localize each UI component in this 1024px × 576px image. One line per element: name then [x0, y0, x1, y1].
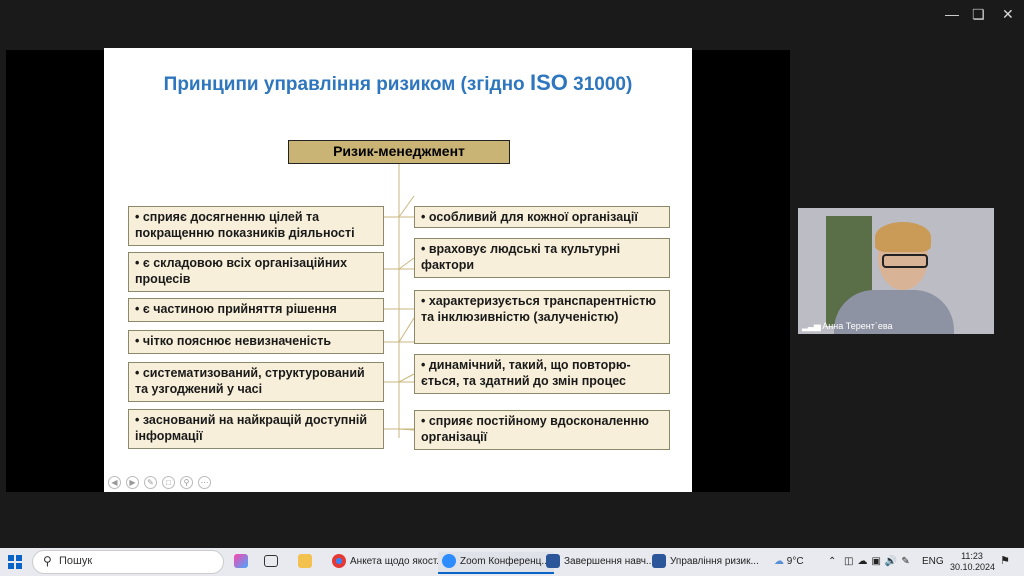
zoom-app-icon [442, 554, 456, 569]
participant-hair [875, 222, 931, 252]
right-item-4: • динамічний, такий, що повторю-ється, т… [414, 354, 670, 394]
left-item-1: • сприяє досягненню цілей та покращенню … [128, 206, 384, 246]
right-item-3: • характеризується транспарентністю та і… [414, 290, 670, 344]
participant-name: ▂▃▅ Анна Терент`ева [802, 321, 893, 331]
search-icon: ⚲ [43, 554, 52, 568]
clock[interactable]: 11:23 30.10.2024 [950, 551, 996, 573]
language-indicator[interactable]: ENG [922, 552, 944, 572]
close-icon[interactable]: ✕ [1002, 6, 1014, 23]
next-slide-icon[interactable]: ▶ [126, 476, 139, 489]
right-item-1: • особливий для кожної організації [414, 206, 670, 228]
word-icon [652, 554, 666, 569]
slides-icon[interactable]: □ [162, 476, 175, 489]
taskbar-app-chrome[interactable]: Анкета щодо якост... [332, 552, 445, 572]
right-item-2: • враховує людські та культурні фактори [414, 238, 670, 278]
clock-date: 30.10.2024 [950, 562, 996, 572]
taskbar-app-word-2[interactable]: Управління ризик... [652, 552, 759, 572]
center-box: Ризик-менеджмент [288, 140, 510, 164]
file-explorer-icon[interactable] [298, 552, 316, 572]
left-item-5: • систематизований, структурований та уз… [128, 362, 384, 402]
minimize-icon[interactable]: — [945, 6, 959, 22]
participant-video[interactable]: ▂▃▅ Анна Терент`ева [798, 208, 994, 334]
left-item-3: • є частиною прийняття рішення [128, 298, 384, 322]
right-item-5: • сприяє постійному вдосконаленню органі… [414, 410, 670, 450]
tray-chevron-icon[interactable]: ⌃ [828, 552, 836, 572]
copilot-icon[interactable] [234, 552, 252, 572]
taskbar: ⚲ Пошук Анкета щодо якост... Zoom Конфер… [0, 548, 1024, 576]
start-icon[interactable] [8, 555, 22, 569]
zoom-icon[interactable]: ⚲ [180, 476, 193, 489]
search-box[interactable]: ⚲ Пошук [32, 550, 224, 574]
weather-widget[interactable]: ☁ 9°C [774, 552, 804, 572]
left-item-4: • чітко пояснює невизначеність [128, 330, 384, 354]
more-icon[interactable]: ⋯ [198, 476, 211, 489]
signal-icon: ▂▃▅ [802, 321, 821, 331]
restore-icon[interactable]: ❏ [972, 6, 985, 23]
taskbar-app-zoom[interactable]: Zoom Конференц... [438, 552, 554, 574]
notification-bell-icon[interactable]: ⚑ [1000, 554, 1010, 567]
tray-icons[interactable]: ◫☁▣🔊✎ [844, 552, 914, 572]
clock-time: 11:23 [961, 551, 983, 561]
prev-slide-icon[interactable]: ◀ [108, 476, 121, 489]
word-icon [546, 554, 560, 569]
slide: Принципи управління ризиком (згідно ISO … [104, 48, 692, 492]
chrome-icon [332, 554, 346, 569]
taskbar-app-word-1[interactable]: Завершення навч... [546, 552, 654, 572]
left-item-2: • є складовою всіх організаційних процес… [128, 252, 384, 292]
cloud-icon: ☁ [774, 556, 784, 567]
left-item-6: • заснований на найкращій доступній інфо… [128, 409, 384, 449]
pen-icon[interactable]: ✎ [144, 476, 157, 489]
participant-glasses [882, 254, 928, 268]
search-label: Пошук [59, 555, 93, 567]
task-view-icon[interactable] [264, 552, 282, 572]
